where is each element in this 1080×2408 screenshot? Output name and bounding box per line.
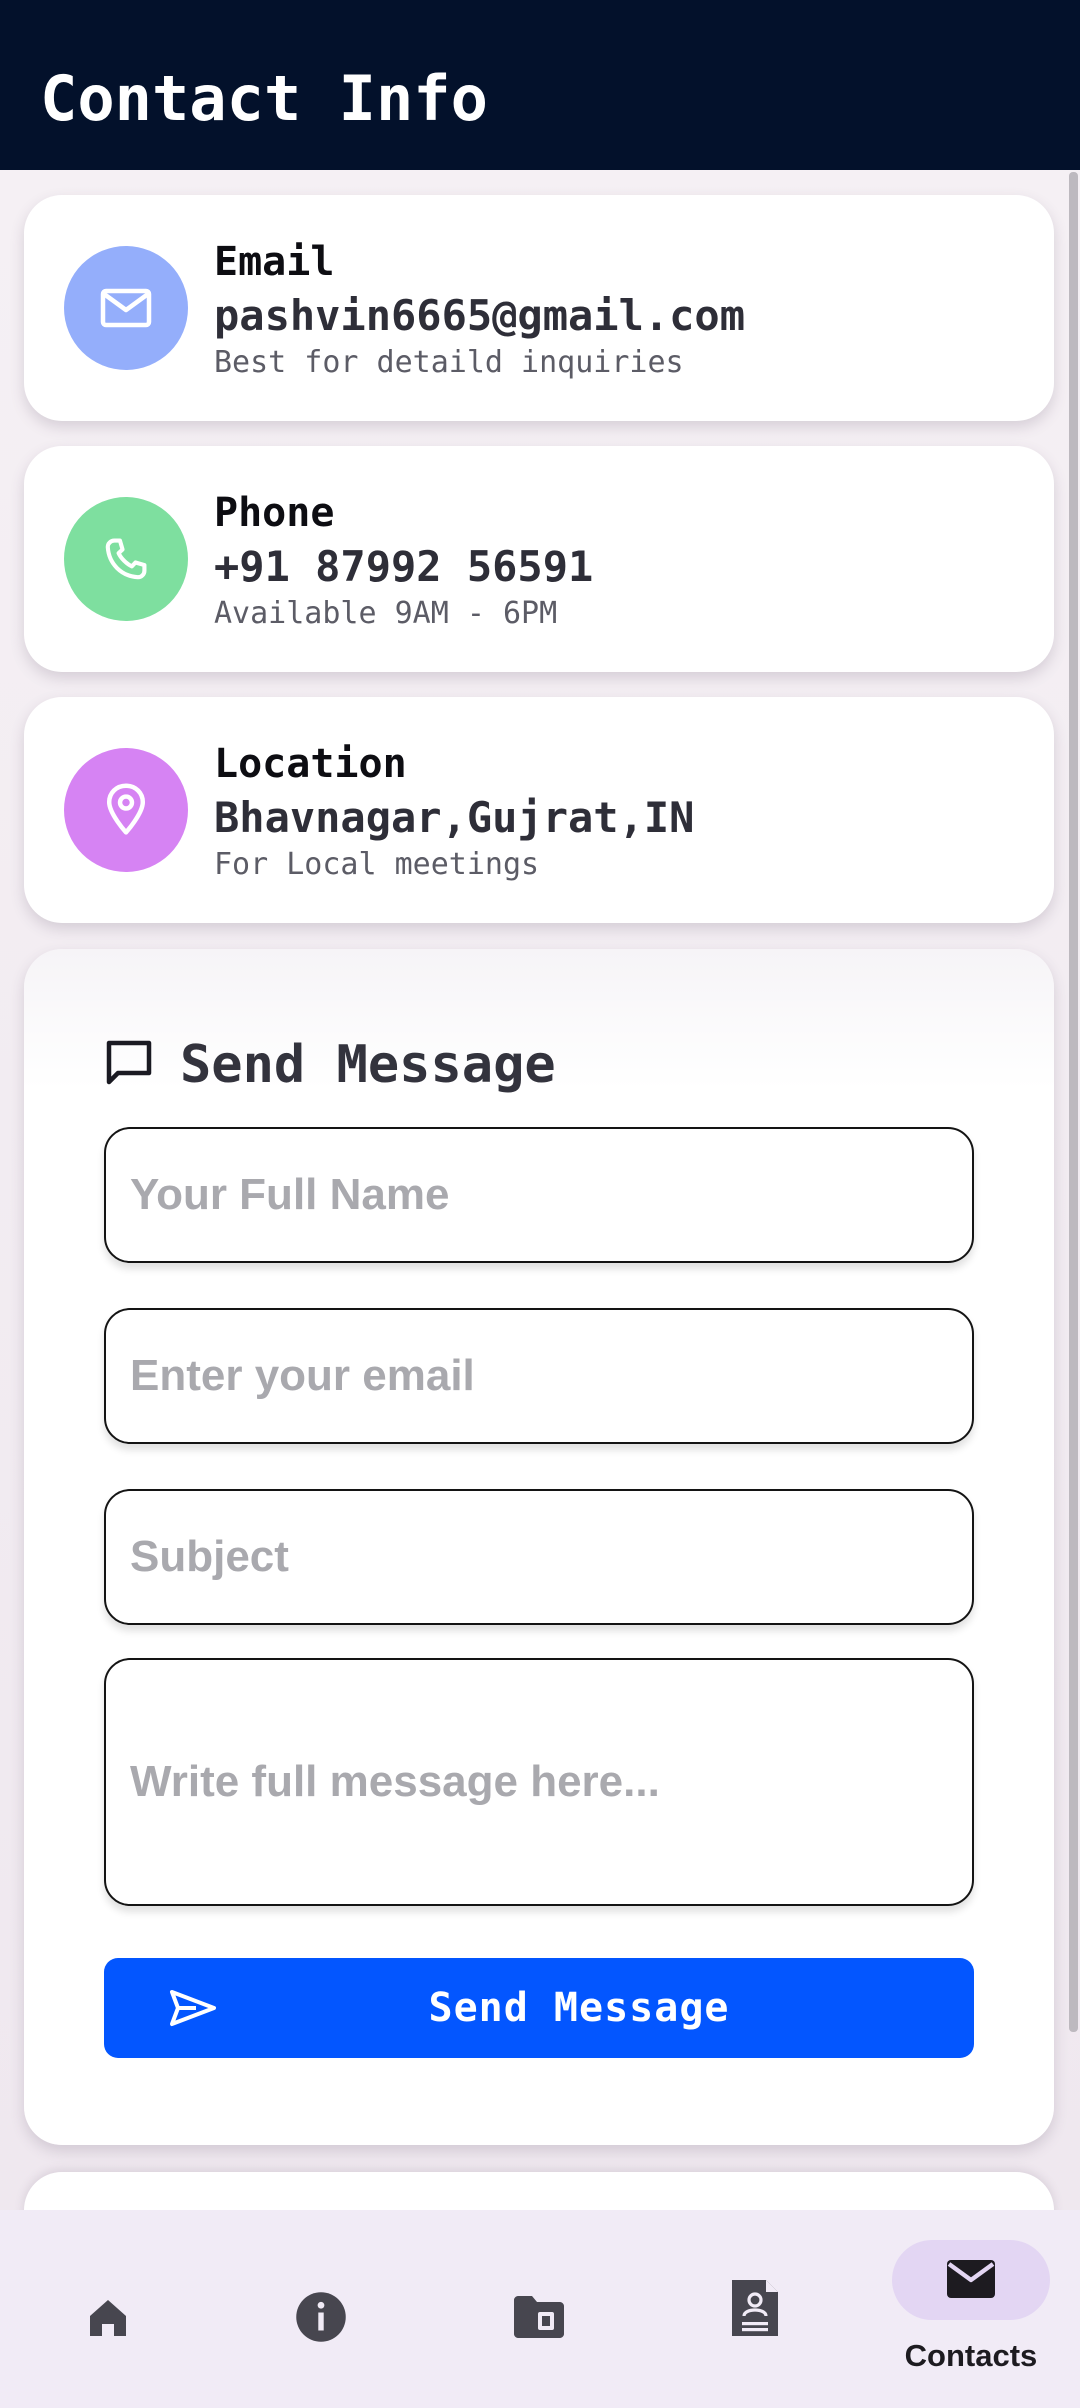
email-placeholder: Enter your email: [130, 1351, 475, 1400]
page-title: Contact Info: [40, 62, 488, 135]
mail-icon: [64, 246, 188, 370]
message-placeholder: Write full message here...: [130, 1757, 660, 1806]
location-card[interactable]: Location Bhavnagar,Gujrat,IN For Local m…: [24, 697, 1054, 923]
phone-icon: [64, 497, 188, 621]
email-note: Best for detaild inquiries: [214, 345, 684, 380]
subject-input[interactable]: Subject: [104, 1489, 974, 1625]
send-message-card: Send Message Your Full Name Enter your e…: [24, 949, 1054, 2145]
bottom-navigation: Contacts: [0, 2210, 1080, 2408]
info-icon: [294, 2290, 348, 2348]
email-value[interactable]: pashvin6665@gmail.com: [214, 291, 745, 340]
scrollbar[interactable]: [1069, 172, 1078, 2032]
location-title: Location: [214, 741, 407, 787]
folder-icon: [512, 2294, 566, 2344]
chat-bubble-icon: [104, 1039, 154, 1091]
email-title: Email: [214, 239, 335, 285]
name-input[interactable]: Your Full Name: [104, 1127, 974, 1263]
form-header: Send Message: [104, 1035, 556, 1095]
phone-card[interactable]: Phone +91 87992 56591 Available 9AM - 6P…: [24, 446, 1054, 672]
location-value[interactable]: Bhavnagar,Gujrat,IN: [214, 793, 694, 842]
nav-about[interactable]: [276, 2210, 372, 2408]
nav-resume[interactable]: [706, 2210, 802, 2408]
app-bar: Contact Info: [0, 0, 1080, 170]
subject-placeholder: Subject: [130, 1532, 289, 1581]
email-input[interactable]: Enter your email: [104, 1308, 974, 1444]
message-textarea[interactable]: Write full message here...: [104, 1658, 974, 1906]
nav-contacts[interactable]: [892, 2210, 1050, 2408]
location-pin-icon: [64, 748, 188, 872]
nav-projects[interactable]: [490, 2210, 586, 2408]
mail-icon: [945, 2258, 997, 2304]
send-message-button[interactable]: Send Message: [104, 1958, 974, 2058]
home-icon: [84, 2294, 132, 2346]
nav-home[interactable]: [60, 2210, 156, 2408]
nav-contacts-label: Contacts: [904, 2338, 1038, 2373]
resume-icon: [730, 2278, 780, 2342]
name-placeholder: Your Full Name: [130, 1170, 450, 1219]
phone-title: Phone: [214, 490, 335, 536]
phone-value[interactable]: +91 87992 56591: [214, 542, 593, 591]
location-note: For Local meetings: [214, 847, 540, 882]
send-message-label: Send Message: [428, 1985, 730, 2031]
phone-note: Available 9AM - 6PM: [214, 596, 558, 631]
email-card[interactable]: Email pashvin6665@gmail.com Best for det…: [24, 195, 1054, 421]
form-title: Send Message: [180, 1035, 556, 1095]
